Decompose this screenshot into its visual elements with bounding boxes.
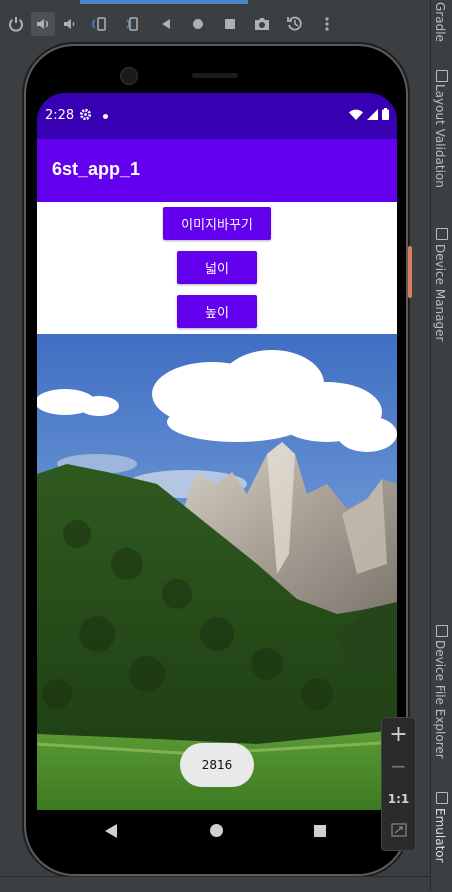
device-file-explorer-icon [436,625,448,637]
back-icon[interactable] [154,12,178,36]
phone-power-button[interactable] [408,246,412,298]
volume-up-icon[interactable] [31,12,55,36]
actual-size-button[interactable]: 1:1 [382,792,415,806]
side-tab-device-manager[interactable]: Device Manager [433,244,447,341]
nav-back-icon[interactable] [105,824,117,838]
button-panel: 이미지바꾸기 넓이 높이 [37,202,397,334]
side-tab-device-file-explorer[interactable]: Device File Explorer [433,640,447,759]
emulator-toolbar [0,0,430,50]
settings-gear-icon [79,108,92,125]
toast-message: 2816 [180,743,254,787]
system-navigation-bar [37,810,397,853]
side-tab-emulator[interactable]: Emulator [433,808,447,863]
more-options-icon[interactable] [315,12,339,36]
power-icon[interactable] [4,12,28,36]
notification-dot-icon [103,114,108,119]
battery-icon [382,108,389,120]
device-screen: 2:28 6st_app_1 이미지바꾸기 넓이 높이 2816 [37,93,397,853]
zoom-controls: + − 1:1 [381,717,416,851]
signal-icon [367,108,378,120]
layout-validation-icon [436,70,448,82]
width-button[interactable]: 넓이 [177,251,257,284]
snapshot-icon[interactable] [283,12,307,36]
nav-recents-icon[interactable] [314,825,326,837]
home-icon[interactable] [186,12,210,36]
front-camera [120,67,138,85]
volume-down-icon[interactable] [58,12,82,36]
progress-indicator [80,0,248,4]
earpiece-speaker [192,73,238,78]
change-image-button[interactable]: 이미지바꾸기 [163,207,271,240]
side-tab-gradle[interactable]: Gradle [433,2,447,42]
rotate-left-icon[interactable] [88,12,112,36]
zoom-in-button[interactable]: + [382,722,415,747]
status-icons [349,108,389,120]
wifi-icon [349,109,363,120]
device-manager-icon [436,228,448,240]
landscape-image [37,334,397,810]
zoom-out-button[interactable]: − [382,754,415,778]
fit-screen-icon[interactable] [382,822,415,841]
status-bar: 2:28 [37,93,397,139]
status-time: 2:28 [45,108,75,123]
app-title: 6st_app_1 [52,159,141,179]
ide-side-panel: Gradle Layout Validation Device Manager … [430,0,452,891]
nav-home-icon[interactable] [210,824,223,837]
overview-icon[interactable] [218,12,242,36]
camera-icon[interactable] [250,12,274,36]
height-button[interactable]: 높이 [177,295,257,328]
rotate-right-icon[interactable] [120,12,144,36]
ide-status-strip [0,876,430,892]
side-tab-layout-validation[interactable]: Layout Validation [433,84,447,188]
emulator-icon [436,792,448,804]
app-bar: 6st_app_1 [37,139,397,202]
